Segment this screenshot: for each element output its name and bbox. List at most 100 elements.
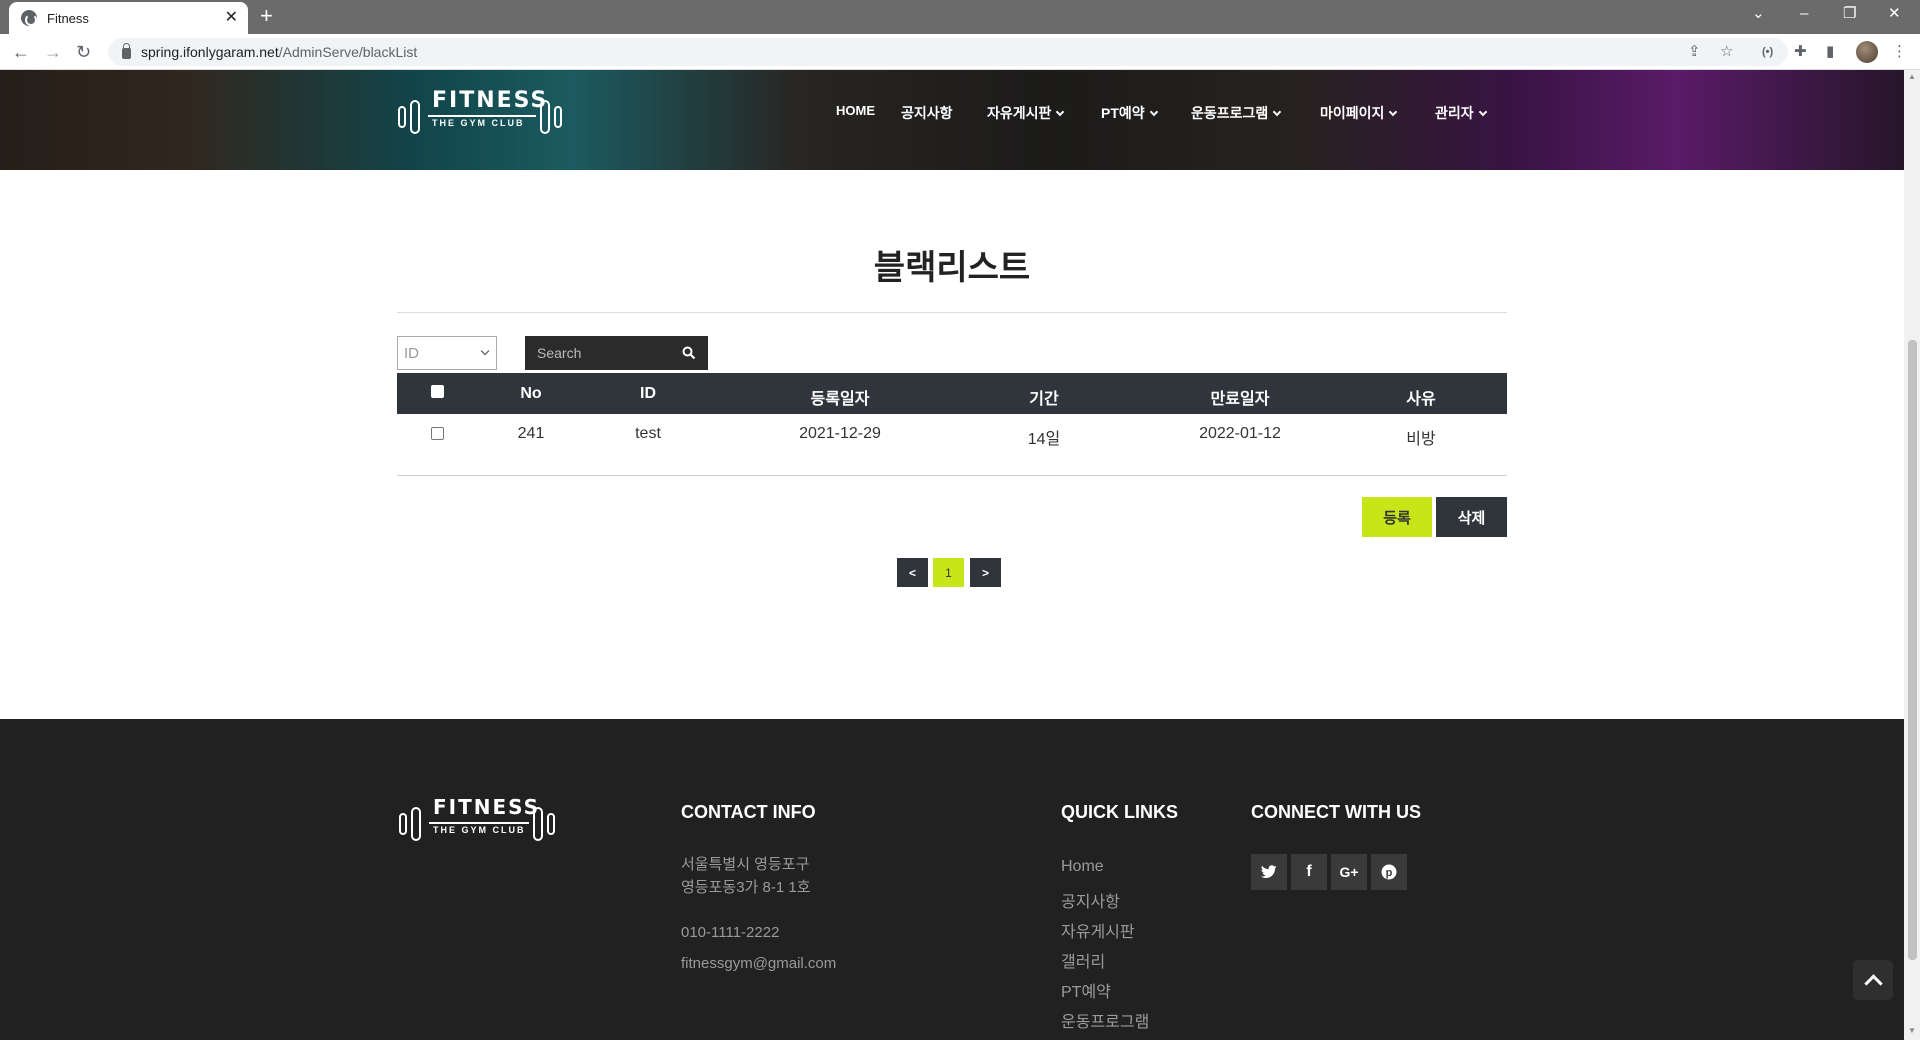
footer-logo[interactable]: FITNESS THE GYM CLUB — [397, 795, 567, 847]
restore-icon[interactable]: ❐ — [1843, 4, 1856, 24]
nav-pt-reservation[interactable]: PT예약 — [1101, 103, 1158, 123]
forward-icon[interactable]: → — [44, 42, 62, 62]
column-header-registered: 등록일자 — [810, 391, 870, 408]
row-checkbox[interactable] — [431, 427, 444, 440]
connect-heading: CONNECT WITH US — [1251, 802, 1421, 822]
profile-avatar[interactable] — [1856, 41, 1878, 63]
logo-plate — [399, 813, 407, 835]
lock-icon — [122, 42, 131, 59]
nav-notice[interactable]: 공지사항 — [901, 103, 953, 123]
twitter-icon[interactable] — [1251, 854, 1287, 890]
page-title: 블랙리스트 — [873, 249, 1031, 287]
nav-exercise-program[interactable]: 운동프로그램 — [1191, 103, 1282, 123]
logo-plate — [533, 807, 543, 841]
logo-plate — [398, 106, 406, 128]
cell-period: 14일 — [1027, 431, 1061, 448]
cell-registered: 2021-12-29 — [799, 425, 881, 442]
column-header-id: ID — [640, 385, 656, 402]
select-all-checkbox[interactable] — [431, 385, 444, 398]
logo-bar — [428, 115, 536, 117]
column-header-period: 기간 — [1029, 391, 1059, 408]
logo-text: FITNESS — [433, 795, 541, 819]
column-header-expires: 만료일자 — [1210, 391, 1270, 408]
browser-tabstrip: Fitness ✕ + ⌄ – ❐ ✕ — [0, 0, 1920, 34]
search-type-select[interactable]: ID — [397, 336, 497, 370]
share-icon[interactable]: ⇪ — [1688, 43, 1701, 61]
next-page-button[interactable]: > — [970, 558, 1001, 587]
search-input[interactable] — [537, 345, 677, 361]
page-scrollbar[interactable]: ▲ ▼ — [1904, 70, 1920, 1040]
browser-tab[interactable]: Fitness ✕ — [9, 2, 248, 34]
site-footer — [0, 719, 1904, 1040]
chevron-down-icon — [1056, 107, 1065, 117]
quick-links-heading: QUICK LINKS — [1061, 802, 1178, 822]
cell-reason: 비방 — [1406, 431, 1436, 448]
logo-plate — [410, 100, 420, 134]
address-bar[interactable]: spring.ifonlygaram.net/AdminServe/blackL… — [108, 38, 1788, 66]
reload-icon[interactable]: ↻ — [76, 42, 91, 62]
footer-link-pt-reservation[interactable]: PT예약 — [1061, 978, 1111, 1002]
url-text: spring.ifonlygaram.net/AdminServe/blackL… — [141, 44, 418, 60]
address-line-1: 서울특별시 영등포구 — [681, 856, 810, 873]
scroll-up-arrow-icon[interactable]: ▲ — [1908, 72, 1916, 81]
footer-link-gallery[interactable]: 갤러리 — [1061, 948, 1105, 972]
tab-title: Fitness — [47, 10, 89, 26]
footer-link-exercise-program[interactable]: 운동프로그램 — [1061, 1008, 1149, 1032]
search-box — [525, 336, 708, 370]
chevron-down-icon — [1389, 107, 1398, 117]
address-line-2: 영등포동3가 8-1 1호 — [681, 879, 811, 896]
scroll-to-top-button[interactable] — [1853, 960, 1893, 1000]
facebook-icon[interactable]: f — [1291, 854, 1327, 890]
chevron-down-icon — [1478, 107, 1487, 117]
google-plus-icon[interactable]: G+ — [1331, 854, 1367, 890]
tab-search-icon[interactable]: ⌄ — [1752, 4, 1765, 24]
chevron-down-icon — [480, 346, 490, 356]
contact-heading: CONTACT INFO — [681, 802, 816, 822]
logo-plate — [554, 106, 562, 128]
menu-icon[interactable]: ⋮ — [1892, 43, 1907, 61]
site-logo[interactable]: FITNESS THE GYM CLUB — [396, 88, 566, 140]
scroll-thumb[interactable] — [1908, 340, 1917, 960]
search-icon[interactable] — [682, 346, 696, 360]
nav-home[interactable]: HOME — [836, 103, 875, 118]
table-header: No ID 등록일자 기간 만료일자 사유 — [397, 373, 1507, 414]
close-tab-icon[interactable]: ✕ — [225, 9, 238, 27]
email-address[interactable]: fitnessgym@gmail.com — [681, 955, 836, 972]
nav-free-board[interactable]: 자유게시판 — [987, 103, 1065, 123]
logo-bar — [429, 822, 529, 824]
star-icon[interactable]: ☆ — [1720, 43, 1733, 61]
nav-admin[interactable]: 관리자 — [1435, 103, 1487, 123]
pinterest-icon[interactable]: p — [1371, 854, 1407, 890]
table-divider — [397, 475, 1507, 476]
window-close-icon[interactable]: ✕ — [1888, 4, 1901, 24]
logo-text: FITNESS — [432, 88, 549, 113]
extension-icon[interactable]: (•) — [1762, 43, 1773, 61]
cell-id: test — [635, 425, 661, 442]
column-header-no: No — [520, 385, 542, 402]
page-1-button[interactable]: 1 — [933, 558, 964, 587]
prev-page-button[interactable]: < — [897, 558, 928, 587]
svg-text:p: p — [1386, 867, 1393, 879]
chevron-down-icon — [1149, 107, 1158, 117]
delete-button[interactable]: 삭제 — [1436, 497, 1507, 537]
logo-subtext: THE GYM CLUB — [433, 825, 526, 835]
logo-subtext: THE GYM CLUB — [432, 118, 525, 128]
footer-link-free-board[interactable]: 자유게시판 — [1061, 918, 1135, 942]
register-button[interactable]: 등록 — [1362, 497, 1432, 537]
footer-link-home[interactable]: Home — [1061, 858, 1104, 876]
minimize-icon[interactable]: – — [1800, 4, 1808, 24]
column-header-reason: 사유 — [1406, 391, 1436, 408]
logo-plate — [540, 100, 550, 134]
new-tab-button[interactable]: + — [260, 5, 273, 27]
logo-plate — [547, 813, 555, 835]
nav-mypage[interactable]: 마이페이지 — [1320, 103, 1398, 123]
scroll-down-arrow-icon[interactable]: ▼ — [1908, 1026, 1916, 1035]
side-panel-icon[interactable]: ▮ — [1826, 43, 1834, 61]
back-icon[interactable]: ← — [12, 42, 30, 62]
cell-no: 241 — [517, 425, 545, 442]
footer-link-notice[interactable]: 공지사항 — [1061, 888, 1120, 912]
browser-toolbar: ← → ↻ spring.ifonlygaram.net/AdminServe/… — [0, 34, 1920, 70]
puzzle-icon[interactable]: ✚ — [1794, 43, 1807, 61]
phone-number: 010-1111-2222 — [681, 924, 780, 941]
cell-expires: 2022-01-12 — [1199, 425, 1281, 442]
